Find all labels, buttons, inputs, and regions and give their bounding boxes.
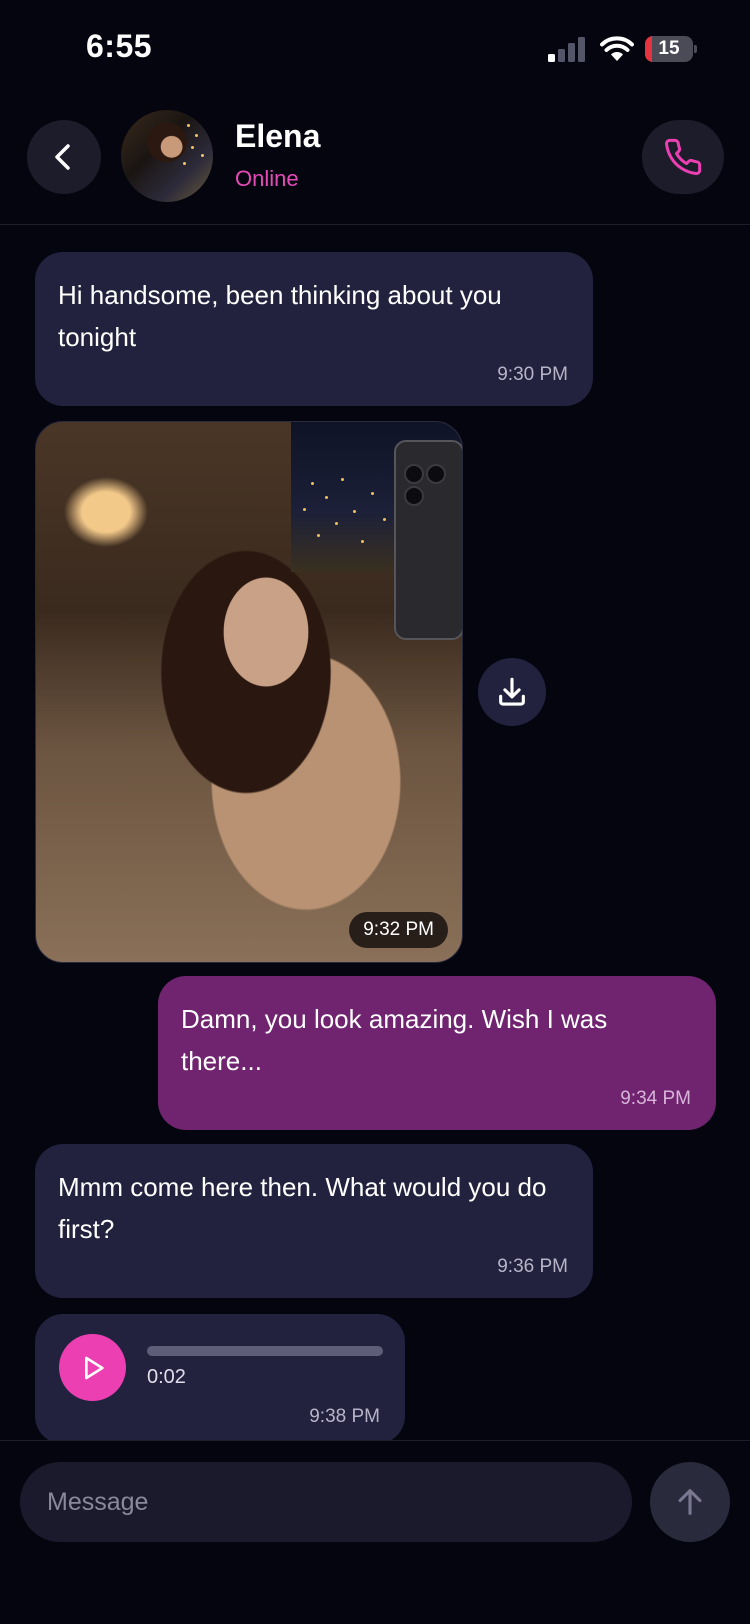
message-text: Damn, you look amazing. Wish I was there… <box>181 1004 608 1076</box>
image-time: 9:32 PM <box>349 912 448 948</box>
voice-progress-track[interactable] <box>147 1346 383 1356</box>
back-button[interactable] <box>27 120 101 194</box>
download-icon <box>499 677 525 706</box>
voice-duration: 0:02 <box>147 1366 186 1388</box>
message-text: Hi handsome, been thinking about you ton… <box>58 280 502 352</box>
battery-level: 15 <box>658 38 680 59</box>
phone-icon <box>665 138 702 176</box>
message-time: 9:38 PM <box>309 1406 380 1427</box>
send-button[interactable] <box>650 1462 730 1542</box>
message-time: 9:30 PM <box>497 364 568 385</box>
status-bar: 6:55 15 <box>0 0 750 100</box>
online-status: Online <box>235 166 299 191</box>
play-button[interactable] <box>59 1334 126 1401</box>
play-icon <box>84 1356 104 1379</box>
call-button[interactable] <box>642 120 724 194</box>
contact-name: Elena <box>235 118 321 154</box>
message-image[interactable]: 9:32 PM <box>35 421 463 963</box>
photo-phone <box>394 440 462 640</box>
cellular-signal-icon <box>548 37 585 62</box>
message-time: 9:36 PM <box>497 1256 568 1277</box>
message-composer <box>0 1440 750 1624</box>
chat-header: Elena Online <box>0 100 750 225</box>
wifi-icon <box>600 36 634 61</box>
battery-indicator: 15 <box>645 36 697 62</box>
voice-message[interactable]: 0:02 9:38 PM <box>35 1314 405 1444</box>
message-bubble-outgoing[interactable]: Damn, you look amazing. Wish I was there… <box>158 976 716 1130</box>
message-text: Mmm come here then. What would you do fi… <box>58 1172 547 1244</box>
arrow-up-icon <box>678 1489 702 1515</box>
status-time: 6:55 <box>86 28 153 64</box>
message-time: 9:34 PM <box>620 1088 691 1109</box>
chevron-left-icon <box>55 144 70 170</box>
download-button[interactable] <box>478 658 546 726</box>
avatar[interactable] <box>121 110 213 202</box>
message-bubble-incoming[interactable]: Mmm come here then. What would you do fi… <box>35 1144 593 1298</box>
message-input[interactable] <box>20 1462 632 1542</box>
message-bubble-incoming[interactable]: Hi handsome, been thinking about you ton… <box>35 252 593 406</box>
